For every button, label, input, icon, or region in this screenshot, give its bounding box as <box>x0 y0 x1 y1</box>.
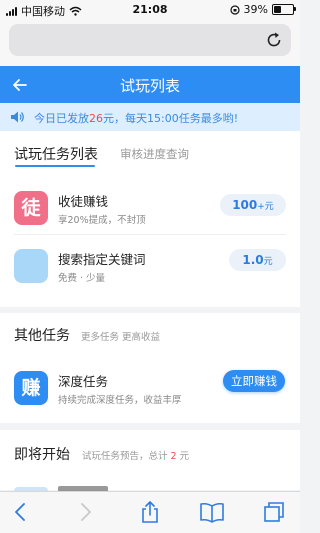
trial-task-card: 试玩任务列表 审核进度查询 徒 收徒赚钱 享20%提成，不封顶 100+元 搜索… <box>0 131 300 307</box>
speaker-icon <box>11 111 24 123</box>
earn-icon: 赚 <box>14 371 48 405</box>
section-subtitle: 更多任务 更高收益 <box>81 332 161 343</box>
reward-badge[interactable]: 1.0元 <box>229 249 286 271</box>
tab-active-indicator <box>15 165 95 167</box>
task-subtitle: 享20%提成，不封顶 <box>58 215 146 226</box>
other-tasks-card: 其他任务 更多任务 更高收益 赚 深度任务 持续完成深度任务，收益丰厚 立即赚钱 <box>0 313 300 423</box>
reward-unit: +元 <box>257 202 274 212</box>
nav-header: 试玩列表 <box>0 66 300 103</box>
notice-suffix: 元，每天15:00任务最多哟! <box>103 112 239 125</box>
upcoming-prefix: 试玩任务预告，总计 <box>82 451 168 462</box>
notice-banner: 今日已发放26元，每天15:00任务最多哟! <box>0 103 300 131</box>
upcoming-suffix: 元 <box>179 451 190 462</box>
forward-arrow-icon[interactable] <box>72 500 98 524</box>
task-title: 深度任务 <box>58 374 109 389</box>
browser-url-area <box>0 20 300 66</box>
recruit-icon: 徒 <box>14 191 48 225</box>
battery-percent: 39% <box>243 3 268 16</box>
notice-prefix: 今日已发放 <box>34 112 89 125</box>
reward-value: 100 <box>232 198 258 212</box>
status-bar: 中国移动 21:08 39% <box>0 0 300 20</box>
orientation-lock-icon <box>229 4 240 15</box>
status-right: 39% <box>229 3 296 16</box>
reward-value: 1.0 <box>242 253 264 267</box>
upcoming-amount: 2 <box>170 451 177 462</box>
tabs-icon[interactable] <box>262 500 288 524</box>
reload-icon[interactable] <box>264 30 284 50</box>
task-item-search-keyword[interactable]: 搜索指定关键词 免费 · 少量 1.0元 <box>0 241 300 297</box>
back-arrow-icon[interactable] <box>8 500 34 524</box>
task-title: 收徒赚钱 <box>58 194 109 209</box>
section-subtitle: 试玩任务预告，总计 2 元 <box>82 448 189 462</box>
reward-unit: 元 <box>263 257 273 267</box>
earn-now-button[interactable]: 立即赚钱 <box>223 370 285 392</box>
tab-review-progress[interactable]: 审核进度查询 <box>120 146 189 162</box>
battery-icon <box>272 4 296 15</box>
search-task-icon <box>14 249 48 283</box>
upcoming-card: 即将开始 试玩任务预告，总计 2 元 <box>0 430 300 495</box>
task-item-recruit[interactable]: 徒 收徒赚钱 享20%提成，不封顶 100+元 <box>0 183 300 239</box>
browser-toolbar <box>0 491 300 533</box>
tab-trial-tasks[interactable]: 试玩任务列表 <box>14 144 98 164</box>
reward-badge[interactable]: 100+元 <box>220 194 286 216</box>
battery-fill <box>274 6 282 13</box>
share-icon[interactable] <box>137 500 163 524</box>
page-title: 试玩列表 <box>119 77 180 95</box>
notice-text: 今日已发放26元，每天15:00任务最多哟! <box>34 110 238 126</box>
task-title: 搜索指定关键词 <box>58 252 146 267</box>
address-bar[interactable] <box>9 24 291 56</box>
bookmarks-icon[interactable] <box>199 500 225 524</box>
section-title: 其他任务 <box>14 328 70 344</box>
notice-amount: 26 <box>89 112 103 125</box>
task-subtitle: 持续完成深度任务，收益丰厚 <box>58 395 182 406</box>
divider <box>14 234 286 235</box>
section-title: 即将开始 <box>14 447 70 463</box>
task-subtitle: 免费 · 少量 <box>58 273 106 284</box>
